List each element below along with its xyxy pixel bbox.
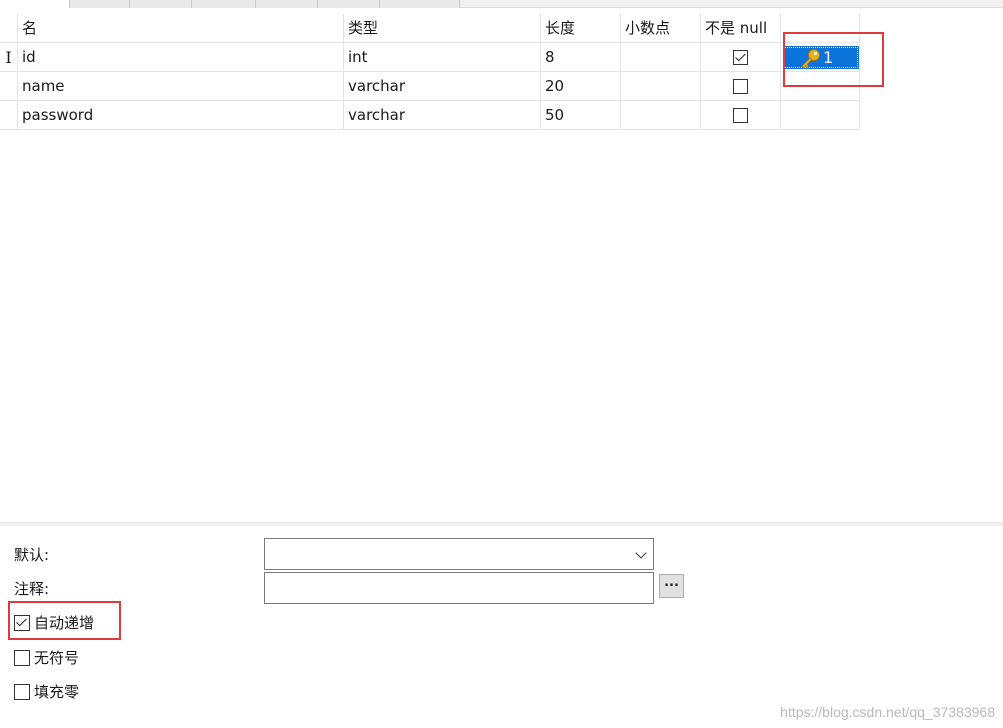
field-type-cell[interactable]: varchar — [344, 72, 541, 101]
default-label: 默认: — [14, 546, 50, 564]
field-length-cell[interactable]: 8 — [541, 43, 621, 72]
unsigned-checkbox[interactable] — [14, 649, 30, 666]
field-decimals-cell[interactable] — [621, 72, 701, 101]
not-null-checkbox[interactable] — [733, 79, 748, 94]
col-header-length[interactable]: 长度 — [541, 14, 621, 43]
tab-foreign-keys[interactable] — [130, 0, 192, 8]
field-not-null-cell[interactable] — [701, 43, 781, 72]
row-selector[interactable] — [0, 72, 18, 101]
field-type-cell[interactable]: int — [344, 43, 541, 72]
header-row-selector — [0, 14, 18, 43]
row-selector[interactable] — [0, 101, 18, 130]
unsigned-label: 无符号 — [34, 649, 80, 667]
col-header-name[interactable]: 名 — [18, 14, 344, 43]
col-header-not-null[interactable]: 不是 null — [701, 14, 781, 43]
field-name-cell[interactable]: password — [18, 101, 344, 130]
not-null-checkbox[interactable] — [733, 108, 748, 123]
field-decimals-cell[interactable] — [621, 43, 701, 72]
field-name-cell[interactable]: name — [18, 72, 344, 101]
tab-strip — [0, 0, 1003, 8]
highlight-box-key — [783, 32, 884, 87]
tab-options[interactable] — [256, 0, 318, 8]
col-header-decimals[interactable]: 小数点 — [621, 14, 701, 43]
comment-ellipsis-button[interactable]: ... — [659, 574, 684, 598]
zerofill-label: 填充零 — [34, 683, 80, 701]
tab-comment[interactable] — [318, 0, 380, 8]
comment-input[interactable] — [264, 572, 654, 604]
chevron-down-icon[interactable] — [635, 547, 647, 559]
highlight-box-auto-increment — [8, 601, 121, 640]
zerofill-checkbox[interactable] — [14, 683, 30, 700]
not-null-checkbox[interactable] — [733, 50, 748, 65]
field-not-null-cell[interactable] — [701, 101, 781, 130]
field-decimals-cell[interactable] — [621, 101, 701, 130]
unsigned-option[interactable]: 无符号 — [14, 647, 79, 668]
tab-fields[interactable] — [0, 0, 70, 8]
field-type-cell[interactable]: varchar — [344, 101, 541, 130]
zerofill-option[interactable]: 填充零 — [14, 681, 79, 702]
tab-indexes[interactable] — [70, 0, 130, 8]
field-length-cell[interactable]: 50 — [541, 101, 621, 130]
tab-sql-preview[interactable] — [380, 0, 460, 8]
field-length-cell[interactable]: 20 — [541, 72, 621, 101]
field-not-null-cell[interactable] — [701, 72, 781, 101]
field-key-cell[interactable] — [781, 101, 860, 130]
field-name-cell[interactable]: id — [18, 43, 344, 72]
default-dropdown[interactable] — [264, 538, 654, 570]
field-properties-panel: 默认: 注释: ... 自动递增 无符号 填充零 https://blog.cs… — [0, 526, 1003, 728]
watermark: https://blog.csdn.net/qq_37383968 — [780, 704, 995, 720]
col-header-type[interactable]: 类型 — [344, 14, 541, 43]
row-cursor-icon[interactable]: I — [0, 43, 18, 72]
tab-triggers[interactable] — [192, 0, 256, 8]
comment-label: 注释: — [14, 580, 50, 598]
